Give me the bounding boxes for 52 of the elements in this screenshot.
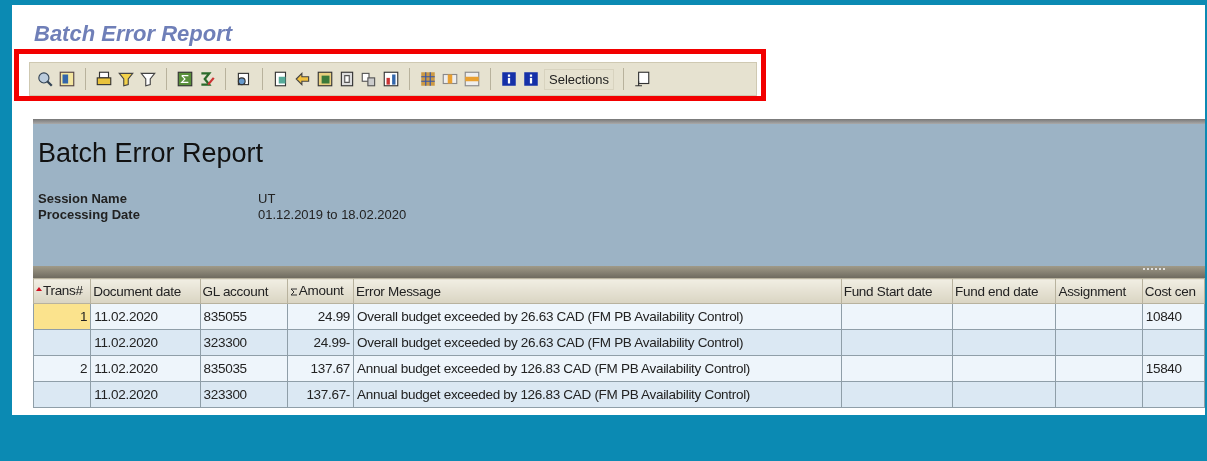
sum-icon[interactable] <box>176 70 194 88</box>
spreadsheet-icon[interactable] <box>316 70 334 88</box>
page-icon[interactable] <box>338 70 356 88</box>
table-cell: 323300 <box>200 381 288 408</box>
table-cell: 137.67- <box>287 381 354 408</box>
grid-icon[interactable] <box>419 70 437 88</box>
table-cell: 11.02.2020 <box>90 355 201 382</box>
column-header[interactable]: Fund end date <box>952 278 1056 304</box>
field-value: 01.12.2019 to 18.02.2020 <box>258 207 408 223</box>
table-cell: 137.67 <box>287 355 354 382</box>
copy-icon[interactable] <box>360 70 378 88</box>
table-cell: Annual budget exceeded by 126.83 CAD (FM PB Availability Control) <box>353 355 842 382</box>
column-header[interactable]: Document date <box>90 278 201 304</box>
table-cell: 835055 <box>200 303 288 330</box>
column-header[interactable]: Error Message <box>353 278 842 304</box>
field-label: Processing Date <box>38 207 141 223</box>
table-cell: 1 <box>33 303 91 330</box>
table-cell: Overall budget exceeded by 26.63 CAD (FM PB Availability Control) <box>353 329 842 356</box>
table-cell: 11.02.2020 <box>90 381 201 408</box>
selections-button[interactable]: Selections <box>544 68 614 90</box>
chart-icon[interactable] <box>382 70 400 88</box>
subtotal-icon[interactable] <box>198 70 216 88</box>
sum-icon <box>289 285 298 296</box>
table-cell: 2 <box>33 355 91 382</box>
search-icon[interactable] <box>36 70 54 88</box>
column-header[interactable]: Cost cen <box>1142 278 1205 304</box>
column-header[interactable]: Fund Start date <box>841 278 953 304</box>
table-cell: 24.99- <box>287 329 354 356</box>
window-title: Batch Error Report <box>34 21 234 47</box>
details-icon[interactable] <box>58 70 76 88</box>
table-cell: 11.02.2020 <box>90 303 201 330</box>
field-label: Session Name <box>38 191 128 207</box>
info-icon[interactable] <box>522 70 540 88</box>
table-cell: 323300 <box>200 329 288 356</box>
table-cell: 835035 <box>200 355 288 382</box>
column-header[interactable]: GL account <box>200 278 288 304</box>
column-header[interactable]: Amount <box>287 278 354 304</box>
column-header[interactable]: Assignment <box>1055 278 1143 304</box>
printer-icon[interactable] <box>95 70 113 88</box>
filter-icon[interactable] <box>117 70 135 88</box>
variant-icon[interactable] <box>633 70 651 88</box>
filter-icon[interactable] <box>139 70 157 88</box>
info-icon[interactable] <box>500 70 518 88</box>
export-icon[interactable] <box>294 70 312 88</box>
table-cell: 24.99 <box>287 303 354 330</box>
column-header[interactable]: Trans# <box>33 278 91 304</box>
report-title: Batch Error Report <box>38 138 265 169</box>
resize-grip-icon[interactable] <box>1143 268 1165 273</box>
table-cell: Overall budget exceeded by 26.63 CAD (FM PB Availability Control) <box>353 303 842 330</box>
field-value: UT <box>258 191 277 207</box>
table-cell: 11.02.2020 <box>90 329 201 356</box>
table-cell: Annual budget exceeded by 126.83 CAD (FM PB Availability Control) <box>353 381 842 408</box>
